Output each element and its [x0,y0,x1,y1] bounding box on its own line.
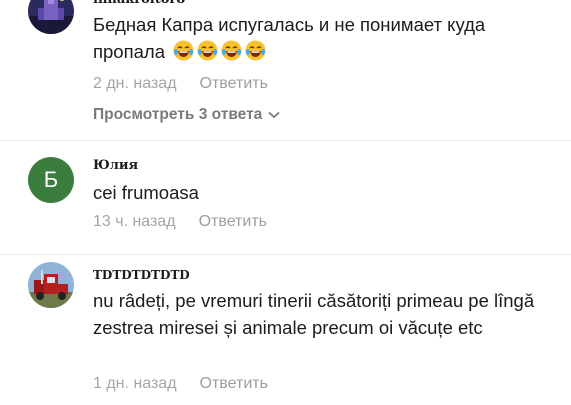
avatar-letter: Б [43,167,59,192]
laughing-tears-emoji-icon [173,40,194,61]
comment-3: TDTDTDTDTD nu râdeți, pe vremuri tinerii… [0,255,571,405]
comment-2: Б Юлия cei frumoasa 13 ч. назад Ответить [0,141,571,254]
comment-text: Бедная Капра испугалась и не понимает ку… [93,11,553,65]
comment-time: 2 дн. назад [93,75,177,92]
comment-text-content: Бедная Капра испугалась и не понимает ку… [93,14,486,62]
castle-avatar-image [28,0,74,34]
avatar[interactable] [28,262,74,308]
avatar[interactable]: Б [28,157,74,203]
laughing-tears-emoji-icon [197,40,218,61]
comment-time: 13 ч. назад [93,213,176,230]
reply-button[interactable]: Ответить [200,375,268,392]
comment-meta: 2 дн. назад Ответить [93,75,268,93]
chevron-down-icon [268,111,280,119]
laughing-tears-emoji-icon [245,40,266,61]
comment-author[interactable]: innakroitor8 [93,0,185,7]
comment-text: nu râdeți, pe vremuri tinerii căsătoriți… [93,290,535,338]
comment-1: innakroitor8 Бедная Капра испугалась и н… [0,0,571,140]
comment-time: 1 дн. назад [93,375,177,392]
reply-button[interactable]: Ответить [200,75,268,92]
truck-avatar-image [28,262,74,308]
comment-meta: 1 дн. назад Ответить [93,375,268,393]
comment-meta: 13 ч. назад Ответить [93,213,267,231]
laughing-tears-emoji-icon [221,40,242,61]
comment-author[interactable]: Юлия [93,158,138,173]
show-replies-button[interactable]: Просмотреть 3 ответа [93,106,280,124]
avatar[interactable] [28,0,74,34]
comment-author[interactable]: TDTDTDTDTD [93,268,190,282]
show-replies-label: Просмотреть 3 ответа [93,106,263,123]
comment-text: cei frumoasa [93,182,199,203]
reply-button[interactable]: Ответить [199,213,267,230]
